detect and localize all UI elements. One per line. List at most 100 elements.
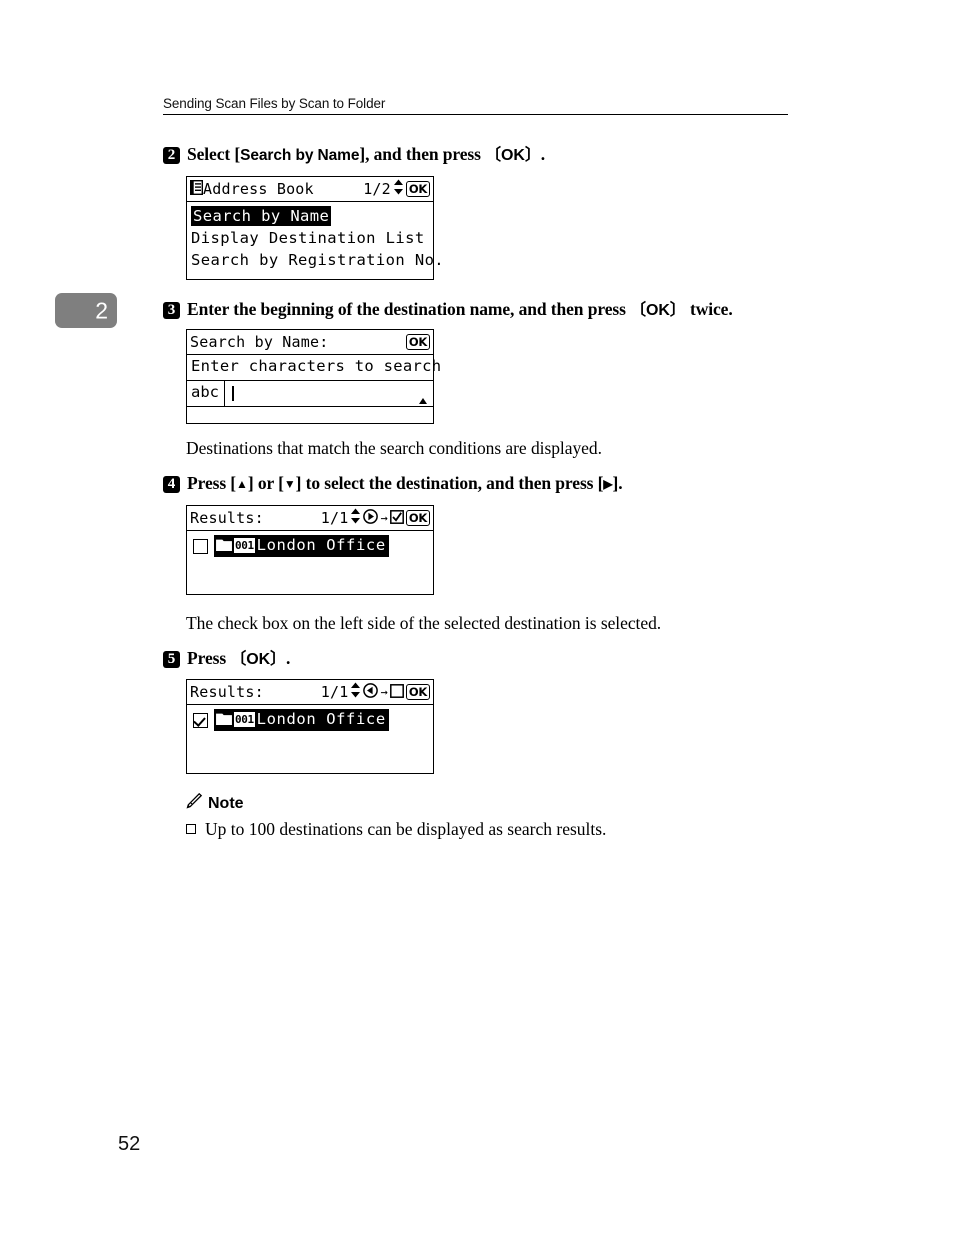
paragraph-after-step-4: The check box on the left side of the se… <box>186 613 662 633</box>
step-5-text-a: Press <box>187 648 231 668</box>
lcd-results-unchecked: Results: 1/1 → OK 001 London Office <box>186 505 434 595</box>
step-3-instruction: Enter the beginning of the destination n… <box>187 299 733 319</box>
lcd-address-book-page: 1/2 <box>363 179 391 198</box>
step-3-key-ok: OK <box>645 302 670 319</box>
up-down-arrow-icon <box>350 682 361 702</box>
folder-icon <box>216 536 232 555</box>
lcd-results-checked: Results: 1/1 → OK 001 London Office <box>186 679 434 774</box>
note-heading: Note <box>186 792 606 814</box>
right-arrow-circle-icon <box>363 508 379 528</box>
paragraph-after-step-3: Destinations that match the search condi… <box>186 438 602 458</box>
step-2-text-a: Select [ <box>187 144 241 164</box>
step-3-text-a: Enter the beginning of the destination n… <box>187 299 631 319</box>
step-5-key-ok: OK <box>246 651 271 668</box>
lcd-input-mode[interactable]: abc <box>187 380 225 406</box>
up-down-arrow-icon <box>393 179 404 199</box>
note-item: Up to 100 destinations can be displayed … <box>186 819 606 840</box>
lcd-search-prompt: Enter characters to search <box>187 355 441 381</box>
result-number-badge: 001 <box>234 538 255 553</box>
text-caret <box>232 385 234 401</box>
pencil-icon <box>186 792 203 814</box>
lcd-search-ok-key[interactable]: OK <box>405 333 430 351</box>
folder-icon <box>216 710 232 729</box>
step-4-text-e: ]. <box>612 473 623 493</box>
lcd-list-item-label: Search by Name <box>191 206 332 226</box>
lcd-search-input-row: abc <box>187 380 433 407</box>
lcd-results-titlebar: Results: 1/1 → OK <box>187 506 433 531</box>
result-label: 001 London Office <box>214 535 389 557</box>
lcd-search-title: Search by Name: <box>190 332 329 351</box>
note-block: Note Up to 100 destinations can be displ… <box>186 792 606 840</box>
lcd-results-title: Results: <box>190 508 264 527</box>
lcd-list-item-search-by-name[interactable]: Search by Name <box>187 205 433 227</box>
left-arrow-circle-icon <box>363 682 379 702</box>
step-4: 4 Press [▲] or [▼] to select the destina… <box>163 473 623 495</box>
lcd-list-item-label: Search by Registration No. <box>191 251 445 269</box>
lcd-results-checked-titlebar: Results: 1/1 → OK <box>187 680 433 705</box>
result-row-checked[interactable]: 001 London Office <box>187 705 433 731</box>
search-input[interactable] <box>225 381 433 406</box>
lcd-address-book-title: Address Book <box>203 179 314 198</box>
step-4-text-b: ] or [ <box>247 473 284 493</box>
lcd-list-item-label: Display Destination List <box>191 229 425 247</box>
up-down-arrow-icon <box>350 508 361 528</box>
lcd-list-item-display-destination-list[interactable]: Display Destination List <box>187 227 433 249</box>
result-name: London Office <box>256 535 386 554</box>
lcd-list-item-search-by-registration-no[interactable]: Search by Registration No. <box>187 249 444 271</box>
result-label: 001 London Office <box>214 709 389 731</box>
note-bullet-icon <box>186 824 196 834</box>
lcd-results-checked-ok-key[interactable]: OK <box>405 683 430 701</box>
step-5: 5 Press 〔OK〕. <box>163 648 290 670</box>
lcd-results-checked-title: Results: <box>190 682 264 701</box>
page-number: 52 <box>118 1133 141 1155</box>
step-4-number: 4 <box>163 476 180 493</box>
lcd-address-book-titlebar: Address Book 1/2 OK <box>187 177 433 202</box>
result-number-badge: 001 <box>234 712 255 727</box>
lcd-search-titlebar: Search by Name: OK <box>187 330 433 355</box>
step-2-text-e: . <box>540 144 546 164</box>
lcd-results-checked-arrow: → <box>380 685 388 699</box>
lcd-search-by-name: Search by Name: OK Enter characters to s… <box>186 329 441 424</box>
step-4-instruction: Press [▲] or [▼] to select the destinati… <box>187 473 623 495</box>
note-title: Note <box>208 794 244 812</box>
lcd-address-book-list: Search by Name Display Destination List … <box>187 202 444 271</box>
up-triangle-icon: ▲ <box>236 477 248 491</box>
scroll-up-triangle-icon <box>419 397 427 404</box>
lcd-results-page: 1/1 <box>320 508 349 527</box>
result-name: London Office <box>256 709 386 728</box>
step-2-instruction: Select [Search by Name], and then press … <box>187 144 546 164</box>
step-2: 2 Select [Search by Name], and then pres… <box>163 144 545 166</box>
down-triangle-icon: ▼ <box>283 477 296 491</box>
step-2-number: 2 <box>163 147 180 164</box>
running-header: Sending Scan Files by Scan to Folder <box>163 96 788 115</box>
lcd-address-book-ok-key[interactable]: OK <box>405 180 430 198</box>
chapter-tab-number: 2 <box>95 297 108 323</box>
result-row-unchecked[interactable]: 001 London Office <box>187 531 433 557</box>
result-checkbox[interactable] <box>193 712 208 728</box>
empty-box-icon <box>389 683 404 702</box>
step-3-text-e: twice. <box>685 299 733 319</box>
header-rule <box>163 114 788 115</box>
lcd-search-blank-row <box>187 407 433 431</box>
running-header-title: Sending Scan Files by Scan to Folder <box>163 96 386 111</box>
step-4-text-c: ] to select the destination, and then pr… <box>295 473 604 493</box>
chapter-tab: 2 <box>55 293 117 328</box>
lcd-results-ok-key[interactable]: OK <box>405 509 430 527</box>
step-3-number: 3 <box>163 302 180 319</box>
step-2-text-b: Search by Name <box>240 147 360 164</box>
step-2-key-ok: OK <box>501 147 525 164</box>
step-2-text-c: ], and then press <box>359 144 486 164</box>
step-5-instruction: Press 〔OK〕. <box>187 648 291 668</box>
lcd-address-book: Address Book 1/2 OK Search by Name Displ… <box>186 176 444 280</box>
checked-box-icon <box>389 509 404 528</box>
step-4-text-a: Press [ <box>187 473 237 493</box>
step-5-text-e: . <box>285 648 291 668</box>
right-triangle-icon: ▶ <box>603 477 613 491</box>
step-5-number: 5 <box>163 651 180 668</box>
lcd-results-checked-page: 1/1 <box>320 682 349 701</box>
step-3: 3 Enter the beginning of the destination… <box>163 299 733 321</box>
address-book-icon <box>189 179 204 199</box>
lcd-results-arrow: → <box>380 511 388 525</box>
result-checkbox[interactable] <box>193 538 208 554</box>
note-item-text: Up to 100 destinations can be displayed … <box>205 819 607 839</box>
